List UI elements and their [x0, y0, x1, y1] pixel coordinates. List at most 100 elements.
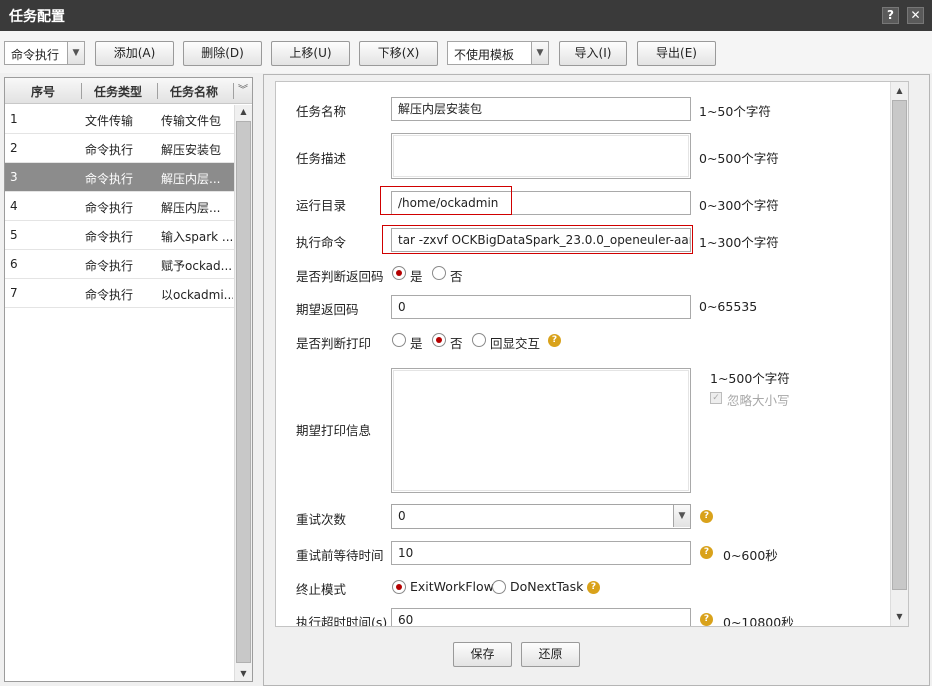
save-button[interactable]: 保存: [453, 642, 512, 667]
row-name: 赋予ockad...: [161, 259, 233, 273]
scroll-down-icon[interactable]: ▼: [891, 610, 908, 624]
row-no: 3: [10, 170, 18, 184]
expected-print-hint: 1~500个字符: [710, 371, 790, 386]
check-return-no-radio[interactable]: [432, 266, 446, 280]
table-row[interactable]: 2 命令执行 解压安装包: [5, 134, 234, 163]
row-no: 1: [10, 112, 18, 126]
column-menu-icon[interactable]: ︾: [236, 83, 250, 99]
column-divider[interactable]: [233, 83, 234, 99]
task-type-select-value: 命令执行: [11, 48, 60, 62]
form-scrollbar[interactable]: ▲ ▼: [890, 82, 908, 626]
check-print-no-label[interactable]: 否: [450, 333, 463, 352]
column-header-name[interactable]: 任务名称: [170, 83, 218, 100]
retry-count-select[interactable]: 0 ▼: [391, 504, 691, 529]
stop-mode-next-label[interactable]: DoNextTask: [510, 579, 583, 594]
stop-mode-exit-radio[interactable]: [392, 580, 406, 594]
import-button[interactable]: 导入(I): [559, 41, 627, 66]
column-header-no[interactable]: 序号: [31, 83, 55, 100]
check-print-yes-radio[interactable]: [392, 333, 406, 347]
task-name-hint: 1~50个字符: [699, 104, 771, 119]
table-row-selected[interactable]: 3 命令执行 解压内层...: [5, 163, 234, 192]
scroll-thumb[interactable]: [892, 100, 907, 590]
check-return-yes-label[interactable]: 是: [410, 266, 423, 285]
task-list-scrollbar[interactable]: ▲ ▼: [234, 105, 252, 681]
window-title: 任务配置: [9, 9, 65, 25]
timeout-hint: 0~10800秒: [723, 615, 794, 627]
retry-wait-hint: 0~600秒: [723, 548, 778, 563]
task-desc-textarea[interactable]: [391, 133, 691, 179]
help-icon[interactable]: ?: [882, 7, 899, 24]
retry-count-value: 0: [398, 509, 406, 523]
close-icon[interactable]: ✕: [907, 7, 924, 24]
template-select[interactable]: 不使用模板 ▼: [447, 41, 549, 65]
scroll-down-icon[interactable]: ▼: [235, 667, 252, 681]
export-button[interactable]: 导出(E): [637, 41, 716, 66]
run-dir-hint: 0~300个字符: [699, 198, 779, 213]
chevron-down-icon[interactable]: ▼: [531, 42, 548, 64]
row-no: 5: [10, 228, 18, 242]
move-up-button[interactable]: 上移(U): [271, 41, 350, 66]
toolbar: 命令执行 ▼ 添加(A) 删除(D) 上移(U) 下移(X) 不使用模板 ▼ 导…: [0, 31, 932, 73]
table-row[interactable]: 4 命令执行 解压内层...: [5, 192, 234, 221]
add-button[interactable]: 添加(A): [95, 41, 174, 66]
expected-return-input[interactable]: 0: [391, 295, 691, 319]
stop-mode-next-radio[interactable]: [492, 580, 506, 594]
row-name: 解压内层...: [161, 172, 221, 186]
help-icon[interactable]: ?: [700, 613, 713, 626]
task-type-select[interactable]: 命令执行 ▼: [4, 41, 85, 65]
row-type: 命令执行: [85, 143, 134, 157]
row-name: 解压安装包: [161, 143, 222, 157]
column-divider[interactable]: [157, 83, 158, 99]
table-row[interactable]: 7 命令执行 以ockadmi...: [5, 279, 234, 308]
highlight-box: [380, 186, 512, 215]
help-icon[interactable]: ?: [700, 510, 713, 523]
stop-mode-label: 终止模式: [296, 582, 347, 597]
row-no: 4: [10, 199, 18, 213]
row-name: 解压内层...: [161, 201, 221, 215]
check-print-echo-radio[interactable]: [472, 333, 486, 347]
timeout-input[interactable]: 60: [391, 608, 691, 626]
retry-wait-input[interactable]: 10: [391, 541, 691, 565]
expected-print-textarea[interactable]: [391, 368, 691, 493]
column-header-type[interactable]: 任务类型: [94, 83, 142, 100]
scroll-up-icon[interactable]: ▲: [235, 105, 252, 119]
help-icon[interactable]: ?: [700, 546, 713, 559]
highlight-box: [382, 225, 693, 254]
task-form: 任务名称 解压内层安装包 1~50个字符 任务描述 0~500个字符 运行目录 …: [275, 81, 909, 627]
exec-cmd-label: 执行命令: [296, 235, 347, 250]
expected-print-label: 期望打印信息: [296, 423, 372, 438]
task-form-panel: 任务名称 解压内层安装包 1~50个字符 任务描述 0~500个字符 运行目录 …: [263, 74, 930, 686]
check-print-label: 是否判断打印: [296, 336, 372, 351]
check-print-yes-label[interactable]: 是: [410, 333, 423, 352]
chevron-down-icon[interactable]: ▼: [673, 505, 690, 527]
table-row[interactable]: 5 命令执行 输入spark ...: [5, 221, 234, 250]
help-icon[interactable]: ?: [587, 581, 600, 594]
reset-button[interactable]: 还原: [521, 642, 580, 667]
table-row[interactable]: 1 文件传输 传输文件包: [5, 105, 234, 134]
row-no: 7: [10, 286, 18, 300]
task-name-input[interactable]: 解压内层安装包: [391, 97, 691, 121]
row-type: 命令执行: [85, 201, 134, 215]
chevron-down-icon[interactable]: ▼: [67, 42, 84, 64]
scroll-up-icon[interactable]: ▲: [891, 84, 908, 98]
check-print-echo-label[interactable]: 回显交互: [490, 333, 540, 352]
expected-return-hint: 0~65535: [699, 299, 758, 314]
retry-wait-label: 重试前等待时间: [296, 548, 384, 563]
ignore-case-checkbox[interactable]: ✓: [710, 392, 722, 404]
check-print-no-radio[interactable]: [432, 333, 446, 347]
row-name: 传输文件包: [161, 114, 222, 128]
check-return-no-label[interactable]: 否: [450, 266, 463, 285]
scroll-thumb[interactable]: [236, 121, 251, 663]
run-dir-label: 运行目录: [296, 198, 347, 213]
row-type: 命令执行: [85, 172, 134, 186]
column-divider[interactable]: [81, 83, 82, 99]
table-row[interactable]: 6 命令执行 赋予ockad...: [5, 250, 234, 279]
check-return-yes-radio[interactable]: [392, 266, 406, 280]
row-name: 输入spark ...: [161, 230, 233, 244]
task-desc-hint: 0~500个字符: [699, 151, 779, 166]
delete-button[interactable]: 删除(D): [183, 41, 262, 66]
stop-mode-exit-label[interactable]: ExitWorkFlow: [410, 579, 494, 594]
move-down-button[interactable]: 下移(X): [359, 41, 438, 66]
ignore-case-label[interactable]: 忽略大小写: [727, 390, 790, 409]
help-icon[interactable]: ?: [548, 334, 561, 347]
